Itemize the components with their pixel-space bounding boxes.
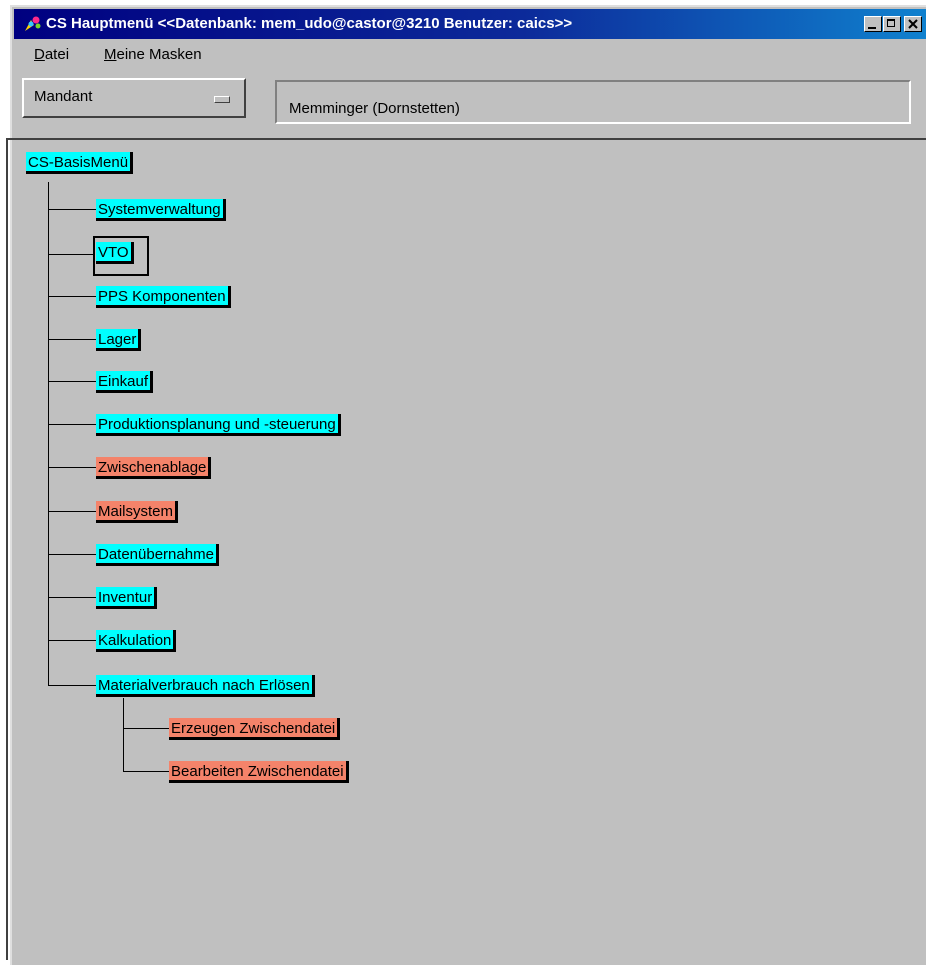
tree-item-produktionsplanung[interactable]: Produktionsplanung und -steuerung — [96, 414, 341, 436]
tree-subitem-bearbeiten-zwischendatei[interactable]: Bearbeiten Zwischendatei — [169, 761, 349, 783]
tree-item-lager[interactable]: Lager — [96, 329, 142, 351]
tree-root-node[interactable]: CS-BasisMenü — [26, 152, 134, 174]
tree-branch-line — [48, 296, 96, 297]
minimize-button[interactable] — [864, 16, 882, 32]
mandant-value-field: Memminger (Dornstetten) — [275, 80, 911, 124]
tree-item-kalkulation[interactable]: Kalkulation — [96, 630, 177, 652]
minimize-icon — [868, 27, 876, 29]
close-button[interactable] — [904, 16, 922, 32]
tree-branch-line — [48, 381, 96, 382]
tree-branch-line — [48, 597, 96, 598]
tree-branch-line — [48, 554, 96, 555]
menu-datei[interactable]: Datei — [34, 46, 69, 63]
tree-item-datenuebernahme[interactable]: Datenübernahme — [96, 544, 219, 566]
tree-item-pps-komponenten[interactable]: PPS Komponenten — [96, 286, 231, 308]
mandant-value: Memminger (Dornstetten) — [289, 100, 460, 117]
subtree-trunk-line — [123, 698, 124, 771]
menu-meine-masken-label: eine Masken — [116, 46, 202, 63]
tree-branch-line — [48, 424, 96, 425]
tree-item-materialverbrauch[interactable]: Materialverbrauch nach Erlösen — [96, 675, 315, 697]
mandant-label: Mandant — [34, 88, 93, 105]
subtree-branch-line — [123, 728, 169, 729]
tree-branch-line — [48, 685, 96, 686]
dropdown-indicator-icon — [214, 96, 230, 103]
tree-branch-line — [48, 209, 96, 210]
close-icon — [908, 19, 918, 29]
tree-branch-line — [48, 254, 93, 255]
tree-branch-line — [48, 339, 96, 340]
tree-item-inventur[interactable]: Inventur — [96, 587, 158, 609]
tree-branch-line — [48, 467, 96, 468]
title-bar[interactable]: CS Hauptmenü <<Datenbank: mem_udo@castor… — [14, 9, 926, 39]
window-title: CS Hauptmenü <<Datenbank: mem_udo@castor… — [46, 15, 573, 32]
tree-branch-line — [48, 640, 96, 641]
tree-branch-line — [48, 511, 96, 512]
tree-item-mailsystem[interactable]: Mailsystem — [96, 501, 179, 523]
tree-subitem-erzeugen-zwischendatei[interactable]: Erzeugen Zwischendatei — [169, 718, 341, 740]
subtree-branch-line — [123, 771, 169, 772]
tree-item-systemverwaltung[interactable]: Systemverwaltung — [96, 199, 226, 221]
app-icon — [25, 16, 41, 31]
tree-trunk-line — [48, 182, 49, 685]
maximize-button[interactable] — [883, 16, 901, 32]
tree-item-vto[interactable]: VTO — [96, 242, 134, 264]
maximize-icon — [887, 19, 895, 27]
tree-item-einkauf[interactable]: Einkauf — [96, 371, 154, 393]
menu-meine-masken[interactable]: Meine Masken — [104, 46, 202, 63]
menu-bar: Datei Meine Masken — [14, 41, 926, 67]
mandant-dropdown-button[interactable]: Mandant — [22, 78, 246, 118]
menu-datei-label: atei — [44, 46, 70, 63]
menu-meine-masken-mnemonic: M — [104, 46, 117, 63]
tree-item-zwischenablage[interactable]: Zwischenablage — [96, 457, 212, 479]
menu-datei-mnemonic: D — [34, 46, 45, 63]
